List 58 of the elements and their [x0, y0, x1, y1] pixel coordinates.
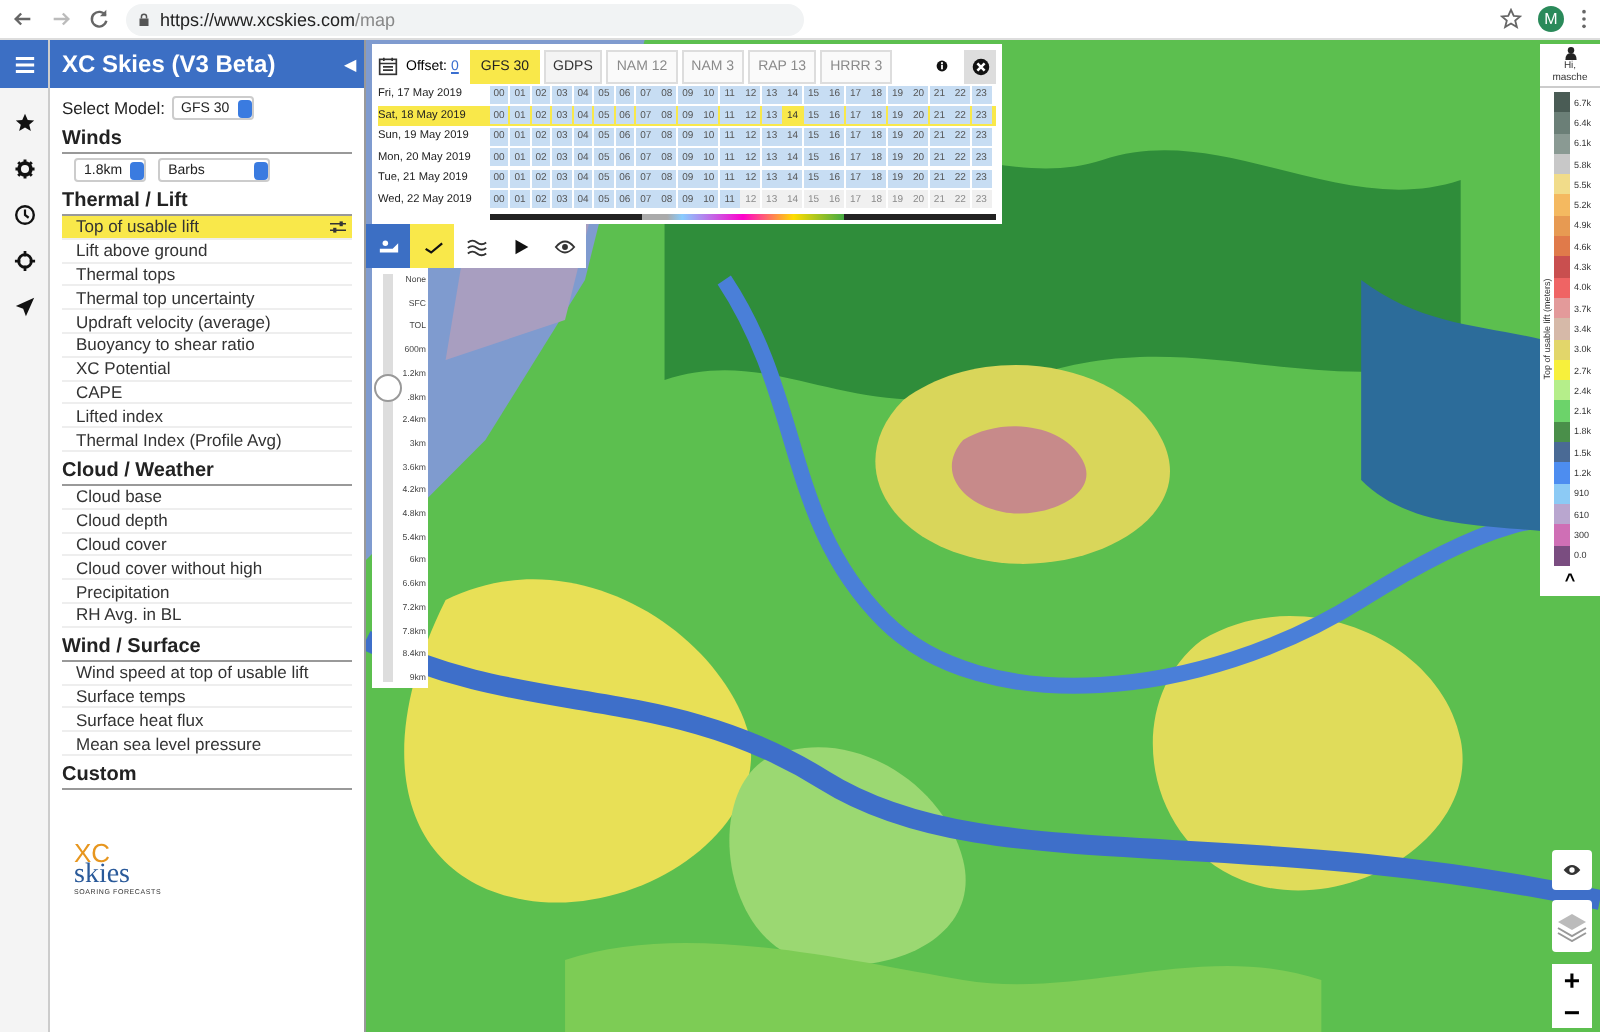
send-icon[interactable] — [13, 296, 35, 318]
layer-item[interactable]: Precipitation — [62, 580, 352, 604]
section-heading: Custom — [62, 763, 352, 790]
height-slider[interactable] — [374, 274, 402, 682]
layer-item[interactable]: XC Potential — [62, 357, 352, 382]
layer-item[interactable]: Buoyancy to shear ratio — [62, 333, 352, 358]
eye-icon[interactable] — [553, 235, 575, 257]
layer-item[interactable]: Thermal top uncertainty — [62, 286, 352, 311]
layer-item[interactable]: Surface heat flux — [62, 708, 352, 733]
barbs-button[interactable] — [410, 224, 454, 268]
star-icon[interactable] — [1500, 8, 1522, 30]
layer-item[interactable]: RH Avg. in BL — [62, 603, 352, 628]
layer-item[interactable]: Updraft velocity (average) — [62, 310, 352, 334]
layer-item[interactable]: Thermal Index (Profile Avg) — [62, 428, 352, 452]
layer-item[interactable]: Lifted index — [62, 404, 352, 429]
landscape-icon[interactable] — [377, 235, 399, 257]
layers-button[interactable] — [1552, 900, 1592, 952]
layer-item[interactable]: Lift above ground — [62, 239, 352, 264]
back-icon[interactable] — [12, 8, 34, 30]
crosshair-icon[interactable] — [13, 250, 35, 272]
eye-icon[interactable] — [1562, 860, 1582, 880]
layer-item[interactable]: Cloud cover without high — [62, 556, 352, 581]
layer-item[interactable]: Cloud base — [62, 485, 352, 510]
layer-button[interactable] — [366, 224, 410, 268]
person-icon[interactable] — [1563, 46, 1577, 60]
clock-icon[interactable] — [13, 204, 35, 226]
gear-icon[interactable] — [13, 158, 35, 180]
section-heading: Wind / Surface — [62, 635, 352, 662]
layer-item[interactable]: Mean sea level pressure — [62, 732, 352, 756]
app-title: XC Skies (V3 Beta) — [62, 50, 276, 78]
layer-item[interactable]: Thermal tops — [62, 263, 352, 287]
sliders-icon[interactable] — [330, 219, 346, 234]
visibility-button[interactable] — [1552, 850, 1592, 890]
reload-icon[interactable] — [88, 8, 110, 30]
layer-item[interactable]: Top of usable lift — [62, 216, 352, 240]
calendar-icon[interactable] — [378, 56, 398, 76]
star-icon[interactable] — [13, 112, 35, 134]
collapse-button[interactable]: ◀ — [344, 55, 356, 73]
layer-item[interactable]: CAPE — [62, 381, 352, 405]
lock-icon — [138, 11, 150, 27]
view-button[interactable] — [542, 224, 586, 268]
layer-item[interactable]: Cloud depth — [62, 509, 352, 534]
model-label: Select Model: — [62, 98, 165, 118]
address-bar[interactable]: https://www.xcskies.com/map — [126, 3, 804, 35]
waves-icon[interactable] — [465, 235, 487, 257]
section-heading: Winds — [62, 128, 352, 154]
close-button[interactable] — [964, 49, 996, 83]
close-icon[interactable] — [971, 57, 989, 75]
info-icon[interactable] — [936, 60, 948, 72]
layer-item[interactable]: Wind speed at top of usable lift — [62, 661, 352, 686]
menu-icon[interactable] — [13, 53, 35, 75]
layers-icon[interactable] — [1556, 910, 1588, 942]
layer-item[interactable]: Cloud cover — [62, 533, 352, 557]
slider-thumb[interactable] — [374, 374, 402, 403]
profile-avatar[interactable]: M — [1538, 6, 1564, 32]
menu-dots-icon[interactable] — [1580, 8, 1588, 30]
layer-item[interactable]: Surface temps — [62, 685, 352, 709]
section-heading: Cloud / Weather — [62, 459, 352, 486]
